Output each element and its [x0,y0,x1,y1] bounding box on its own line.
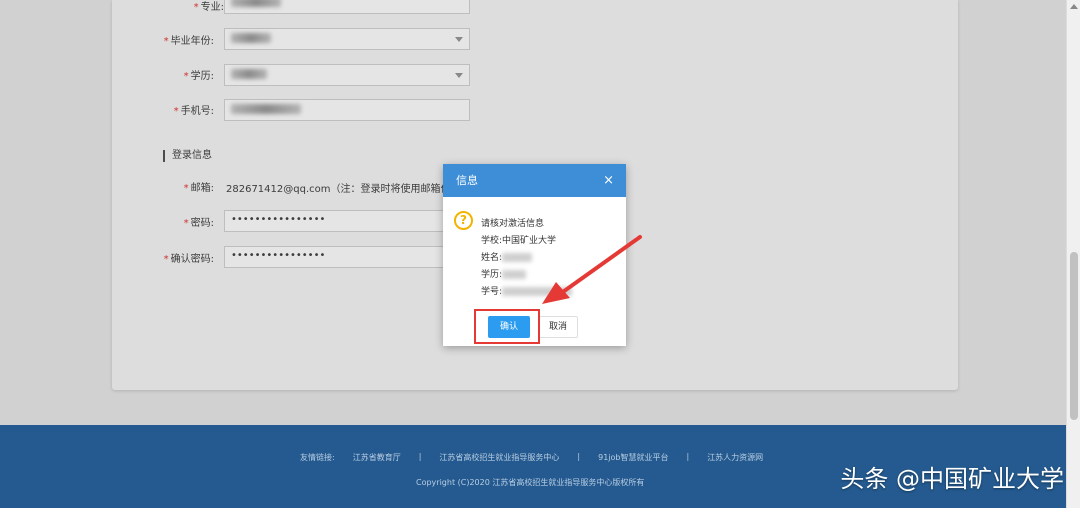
footer-link[interactable]: 江苏省高校招生就业指导服务中心 [439,452,559,463]
footer-link[interactable]: 江苏人力资源网 [707,452,763,463]
close-icon[interactable]: × [603,164,614,197]
footer-links-label: 友情链接: [300,453,335,462]
footer-links: 友情链接: 江苏省教育厅 | 江苏省高校招生就业指导服务中心 | 91job智慧… [300,452,781,463]
footer-link[interactable]: 91job智慧就业平台 [598,452,668,463]
red-arrow-icon [542,235,642,304]
footer-link[interactable]: 江苏省教育厅 [353,452,401,463]
dialog-header: 信息 × [443,164,626,197]
vertical-scrollbar[interactable] [1066,0,1080,508]
copyright: Copyright (C)2020 江苏省高校招生就业指导服务中心版权所有 [416,478,645,487]
watermark: 头条 @中国矿业大学 [840,465,1064,493]
dialog-message: 请核对激活信息 [481,219,545,229]
highlight-box [474,309,540,344]
scrollbar-thumb[interactable] [1070,252,1078,420]
footer-separator: | [418,452,422,461]
dialog-title: 信息 [456,174,478,187]
footer-separator: | [686,452,690,461]
footer-separator: | [577,452,581,461]
question-icon: ? [454,211,473,230]
cancel-button[interactable]: 取消 [538,316,578,338]
scroll-up-icon[interactable] [1070,4,1078,9]
